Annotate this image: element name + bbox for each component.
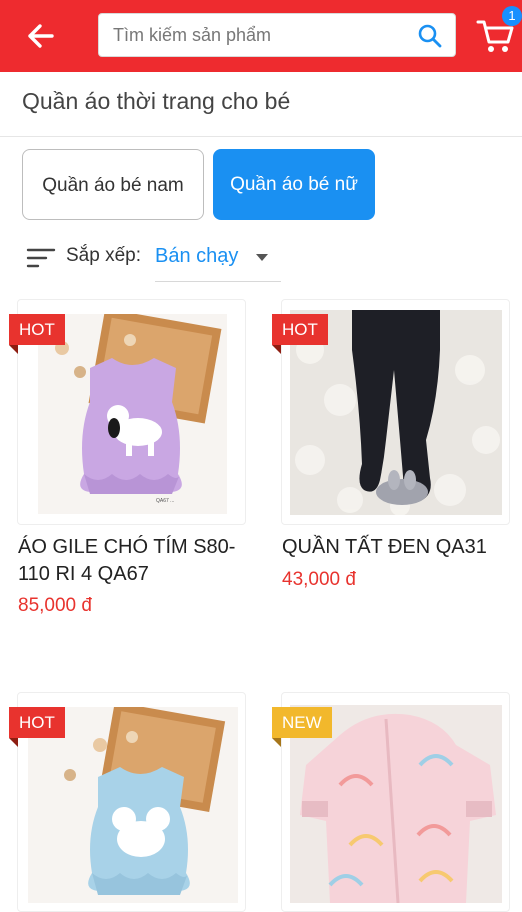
badge-label: HOT (19, 713, 55, 732)
hot-badge: HOT (9, 707, 65, 747)
badge-label: HOT (282, 320, 318, 339)
cart-count-badge: 1 (502, 6, 522, 26)
page-title: Quần áo thời trang cho bé (22, 88, 291, 114)
sort-value: Bán chạy (155, 245, 239, 267)
new-badge: NEW (272, 707, 332, 747)
product-name[interactable]: ÁO GILE CHÓ TÍM S80-110 RI 4 QA67 (18, 534, 244, 588)
product-image: QA67 ... (38, 314, 227, 514)
hot-badge: HOT (9, 314, 65, 354)
hot-badge: HOT (272, 314, 328, 354)
product-price: 85,000 đ (18, 595, 92, 616)
product-name[interactable]: QUẦN TẤT ĐEN QA31 (282, 534, 508, 561)
search-bar (98, 13, 456, 57)
svg-text:QA67 ...: QA67 ... (156, 498, 174, 504)
product-price: 43,000 đ (282, 569, 356, 590)
badge-label: HOT (19, 320, 55, 339)
search-input[interactable] (99, 14, 399, 56)
badge-label: NEW (282, 713, 322, 732)
category-boys-button[interactable]: Quần áo bé nam (22, 149, 204, 220)
search-icon[interactable] (417, 23, 443, 49)
back-arrow-icon (28, 24, 54, 48)
top-app-bar: 1 (0, 0, 522, 72)
category-girls-button[interactable]: Quần áo bé nữ (213, 149, 375, 220)
sort-icon[interactable] (26, 246, 56, 270)
sort-label: Sắp xếp: (66, 245, 141, 266)
divider (0, 136, 522, 137)
back-button[interactable] (22, 18, 58, 54)
sort-dropdown[interactable]: Bán chạy (155, 240, 281, 282)
caret-down-icon (256, 254, 268, 261)
